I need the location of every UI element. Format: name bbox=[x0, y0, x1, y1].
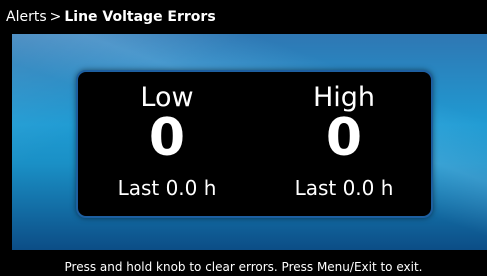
background-stage: Low 0 Last 0.0 h High 0 Last 0.0 h bbox=[12, 34, 487, 250]
low-voltage-column: Low 0 Last 0.0 h bbox=[82, 72, 252, 216]
page-title: Line Voltage Errors bbox=[64, 9, 216, 25]
high-error-count: 0 bbox=[325, 108, 363, 168]
low-last-occurrence: Last 0.0 h bbox=[117, 176, 217, 200]
breadcrumb-parent: Alerts bbox=[6, 9, 47, 25]
high-voltage-column: High 0 Last 0.0 h bbox=[259, 72, 429, 216]
error-count-panel: Low 0 Last 0.0 h High 0 Last 0.0 h bbox=[76, 70, 433, 218]
line-voltage-errors-screen: Alerts > Line Voltage Errors Low 0 Last 0.… bbox=[0, 0, 487, 276]
breadcrumb: Alerts > Line Voltage Errors bbox=[0, 0, 487, 34]
low-error-count: 0 bbox=[148, 108, 186, 168]
high-last-occurrence: Last 0.0 h bbox=[294, 176, 394, 200]
footer-instructions: Press and hold knob to clear errors. Pre… bbox=[0, 250, 487, 276]
breadcrumb-separator: > bbox=[49, 9, 62, 25]
